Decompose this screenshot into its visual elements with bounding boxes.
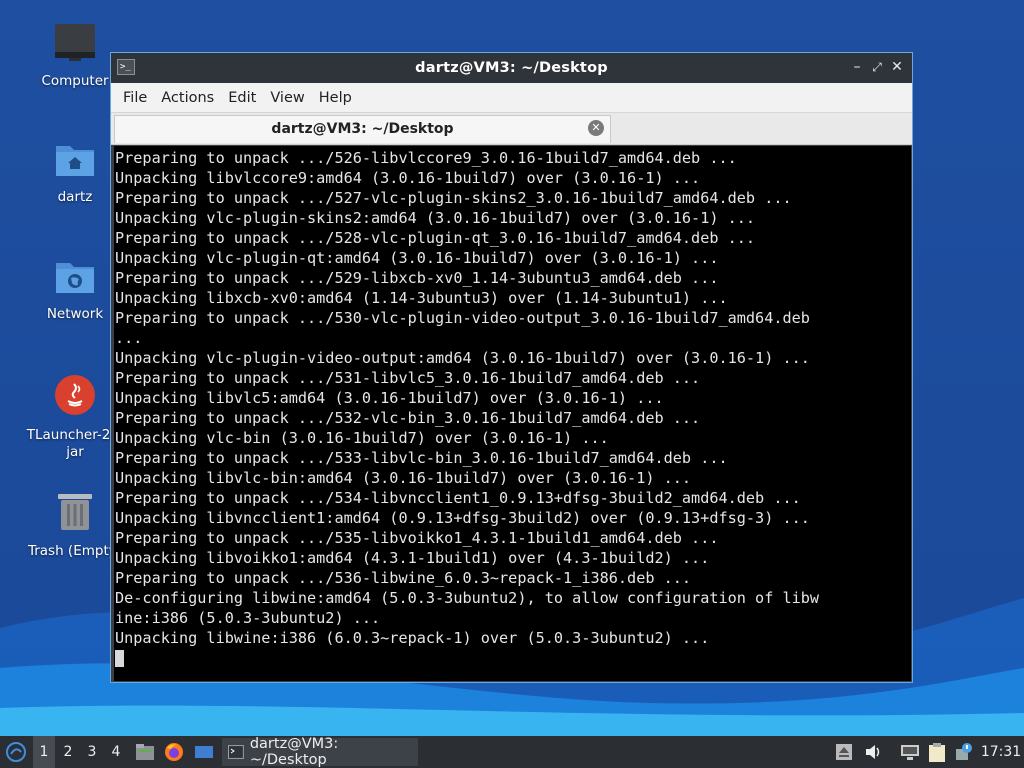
terminal-app-icon: >_ [117,59,135,75]
terminal-line: Unpacking vlc-plugin-qt:amd64 (3.0.16-1b… [115,249,719,267]
start-menu-button[interactable] [0,736,32,768]
workspace-2[interactable]: 2 [57,736,79,768]
terminal-line: Unpacking libvlc5:amd64 (3.0.16-1build7)… [115,389,664,407]
terminal-task-icon [228,745,244,759]
window-title: dartz@VM3: ~/Desktop [415,60,608,76]
terminal-line: Unpacking libvoikko1:amd64 (4.3.1-1build… [115,549,710,567]
window-titlebar[interactable]: >_ dartz@VM3: ~/Desktop – ⤢ ✕ [111,53,912,83]
maximize-icon[interactable]: ⤢ [868,58,886,76]
terminal-line: Preparing to unpack .../528-vlc-plugin-q… [115,229,756,247]
terminal-line: Preparing to unpack .../536-libwine_6.0.… [115,569,692,587]
terminal-line: Unpacking libwine:i386 (6.0.3~repack-1) … [115,629,710,647]
clipboard-icon[interactable] [928,743,946,762]
terminal-line: Preparing to unpack .../534-libvncclient… [115,489,801,507]
terminal-line: Unpacking libxcb-xv0:amd64 (1.14-3ubuntu… [115,289,728,307]
lubuntu-logo-icon [6,742,26,762]
terminal-line: Preparing to unpack .../532-vlc-bin_3.0.… [115,409,701,427]
file-manager-icon[interactable] [133,736,157,768]
show-desktop-icon[interactable] [192,736,216,768]
tab-bar: dartz@VM3: ~/Desktop ✕ [111,113,912,145]
terminal-output[interactable]: Preparing to unpack .../526-libvlccore9_… [114,146,911,681]
terminal-text: Preparing to unpack .../526-libvlccore9_… [114,146,911,667]
minimize-icon[interactable]: – [848,58,866,76]
menu-bar: File Actions Edit View Help [111,83,912,113]
tab-close-icon[interactable]: ✕ [588,120,604,136]
terminal-line: Unpacking libvlccore9:amd64 (3.0.16-1bui… [115,169,701,187]
menu-view[interactable]: View [263,90,311,106]
eject-icon[interactable] [836,743,852,761]
taskbar: 1 2 3 4 dartz@VM3: ~/Desktop 17:31 [0,736,1024,768]
terminal-window[interactable]: >_ dartz@VM3: ~/Desktop – ⤢ ✕ File Actio… [110,52,913,683]
terminal-line: ine:i386 (5.0.3-3ubuntu2) ... [115,609,381,627]
volume-icon[interactable] [864,743,882,761]
terminal-line: Unpacking vlc-bin (3.0.16-1build7) over … [115,429,609,447]
menu-help[interactable]: Help [312,90,359,106]
terminal-tab[interactable]: dartz@VM3: ~/Desktop ✕ [114,115,611,143]
menu-actions[interactable]: Actions [154,90,221,106]
workspace-1[interactable]: 1 [33,736,55,768]
terminal-line: Preparing to unpack .../526-libvlccore9_… [115,149,737,167]
clock[interactable]: 17:31 [978,736,1024,768]
terminal-line: Unpacking vlc-plugin-video-output:amd64 … [115,349,810,367]
terminal-line: Unpacking vlc-plugin-skins2:amd64 (3.0.1… [115,209,756,227]
terminal-line: Preparing to unpack .../531-libvlc5_3.0.… [115,369,701,387]
terminal-line: Preparing to unpack .../527-vlc-plugin-s… [115,189,792,207]
tab-title: dartz@VM3: ~/Desktop [271,121,454,137]
update-notifier-icon[interactable] [954,743,972,761]
close-icon[interactable]: ✕ [888,58,906,76]
terminal-line: Unpacking libvlc-bin:amd64 (3.0.16-1buil… [115,469,692,487]
terminal-cursor [115,650,124,667]
menu-edit[interactable]: Edit [221,90,263,106]
terminal-line: De-configuring libwine:amd64 (5.0.3-3ubu… [115,589,820,607]
terminal-line: ... [115,329,143,347]
terminal-line: Preparing to unpack .../535-libvoikko1_4… [115,529,719,547]
menu-file[interactable]: File [116,90,154,106]
terminal-line: Preparing to unpack .../533-libvlc-bin_3… [115,449,728,467]
network-monitor-icon[interactable] [900,743,920,761]
workspace-3[interactable]: 3 [81,736,103,768]
taskbar-window-button[interactable]: dartz@VM3: ~/Desktop [222,736,418,768]
terminal-line: Preparing to unpack .../530-vlc-plugin-v… [115,309,810,327]
workspace-4[interactable]: 4 [105,736,127,768]
terminal-line: Preparing to unpack .../529-libxcb-xv0_1… [115,269,719,287]
taskbar-window-title: dartz@VM3: ~/Desktop [249,736,339,768]
firefox-icon[interactable] [162,736,186,768]
terminal-line: Unpacking libvncclient1:amd64 (0.9.13+df… [115,509,810,527]
